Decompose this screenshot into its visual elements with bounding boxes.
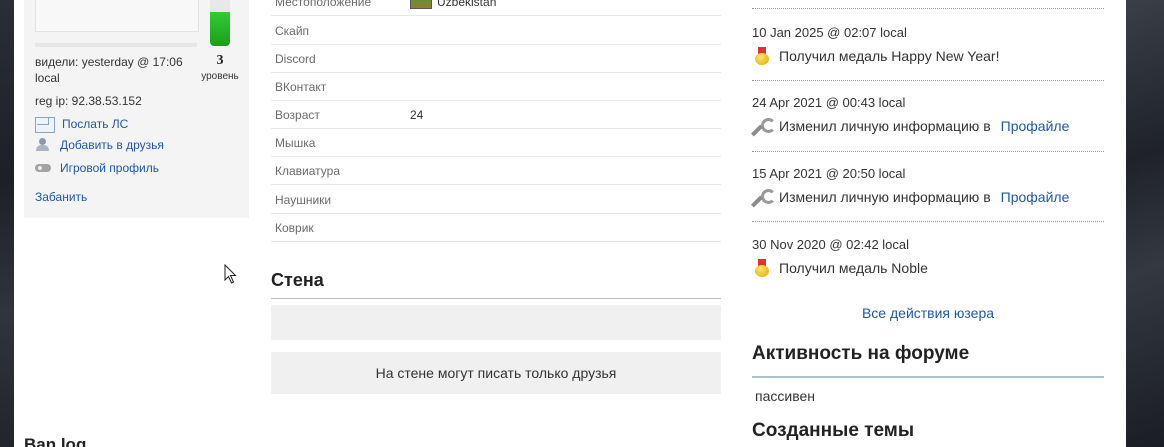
send-pm-label: Послать ЛС [62,117,129,131]
medal-icon [752,47,772,65]
info-row-discord: Discord [271,44,721,73]
level-bar-fill [210,11,230,46]
activity-separator [752,8,1104,9]
envelope-icon [35,117,55,133]
wrench-icon [750,188,776,208]
forum-activity-title: Активность на форуме [752,343,970,364]
info-label: Коврик [275,221,314,235]
background-right [1126,0,1164,447]
all-user-actions-link[interactable]: Все действия юзера [752,305,1104,321]
game-profile-label: Игровой профиль [60,161,159,175]
info-label: Клавиатура [275,164,340,178]
activity-description: Получил медаль Happy New Year! [752,47,999,65]
user-sidebar: 3 уровень видели: yesterday @ 17:06 loca… [24,0,249,218]
avatar-shadow [35,43,197,47]
add-friend-label: Добавить в друзья [60,138,164,152]
created-topics-title: Созданные темы [752,420,915,441]
activity-date: 10 Jan 2025 @ 02:07 local [752,25,907,40]
info-label: Наушники [275,193,332,207]
activity-separator [752,80,1104,81]
activity-text: Получил медаль Noble [779,260,928,276]
forum-activity-divider [752,376,1104,378]
reg-ip: reg ip: 92.38.53.152 [35,94,142,108]
activity-text: Изменил личную информацию в [779,189,991,205]
activity-separator [752,221,1104,222]
location-value: Uzbekistan [437,0,497,9]
activity-description: Изменил личную информацию в Профайле [750,188,1070,208]
info-row-mouse: Мышка [271,128,721,157]
level-number: 3 [216,53,224,68]
wrench-icon [750,117,776,137]
ban-link[interactable]: Забанить [35,190,87,204]
activity-date: 24 Apr 2021 @ 00:43 local [752,95,906,110]
level-bar [210,0,230,46]
wall-title: Стена [271,270,324,290]
info-row-mousepad: Коврик [271,213,721,242]
level-label: уровень [201,71,239,82]
ban-log-heading: Ban log [24,435,87,447]
add-friend-link[interactable]: Добавить в друзья [35,138,164,152]
info-row-vk: ВКонтакт [271,72,721,101]
medal-icon [752,259,772,277]
background-left [0,0,14,447]
avatar [35,0,199,32]
activity-separator [752,151,1104,152]
game-profile-link[interactable]: Игровой профиль [35,161,159,175]
wall-divider [271,298,721,299]
gamepad-icon [35,161,53,175]
info-value: Uzbekistan [410,0,496,9]
activity-date: 30 Nov 2020 @ 02:42 local [752,237,910,252]
info-label: Мышка [275,136,316,150]
profile-page: 3 уровень видели: yesterday @ 17:06 loca… [14,0,1126,447]
activity-text: Получил медаль Happy New Year! [779,48,1000,64]
info-row-skype: Скайп [271,16,721,45]
info-row-age: Возраст 24 [271,100,721,129]
info-row-location: Местоположение Uzbekistan [271,0,721,16]
send-pm-link[interactable]: Послать ЛС [35,115,128,133]
activity-description: Изменил личную информацию в Профайле [750,117,1070,137]
profile-link[interactable]: Профайле [1001,118,1070,134]
info-row-headphones: Наушники [271,185,721,214]
info-label: Возраст [275,108,320,122]
uzbekistan-flag-icon [410,0,432,9]
activity-date: 15 Apr 2021 @ 20:50 local [752,166,906,181]
info-value: 24 [410,108,424,122]
info-label: Discord [275,52,316,66]
info-label: Скайп [275,24,310,38]
wall-posts-area [271,305,721,340]
info-row-keyboard: Клавиатура [271,156,721,185]
profile-link[interactable]: Профайле [1001,189,1070,205]
add-friend-icon [35,138,53,152]
forum-activity-status: пассивен [755,388,815,404]
activity-text: Изменил личную информацию в [779,118,991,134]
info-label: Местоположение [275,0,372,9]
last-seen: видели: yesterday @ 17:06 local [35,55,183,85]
info-label: ВКонтакт [275,80,327,94]
activity-description: Получил медаль Noble [752,259,928,277]
wall-notice: На стене могут писать только друзья [271,352,721,394]
